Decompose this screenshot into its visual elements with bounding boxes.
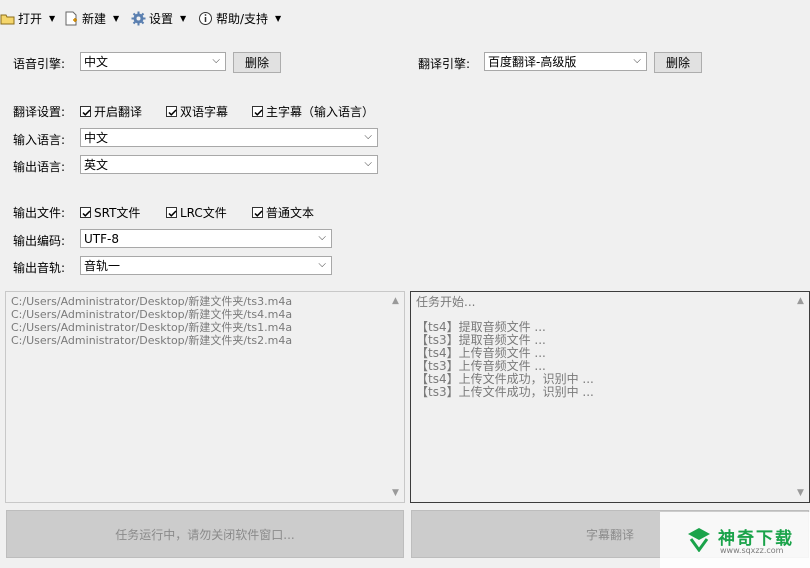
enable-translate-label: 开启翻译 [94,105,143,119]
output-encoding-label: 输出编码: [13,234,66,248]
menu-help[interactable]: 帮助/支持 ▼ [198,9,281,27]
watermark: 神奇下载 www.sqxzz.com [660,512,810,568]
output-track-label: 输出音轨: [13,261,66,275]
task-running-button[interactable]: 任务运行中，请勿关闭软件窗口... [6,510,404,558]
main-subtitle-label: 主字幕（输入语言） [266,105,375,119]
output-language-label: 输出语言: [13,160,66,174]
speech-engine-select[interactable]: 中文 ⌵ [80,52,226,71]
chevron-down-icon: ⌵ [318,232,326,243]
srt-file-label: SRT文件 [94,206,141,220]
menu-new[interactable]: 新建 ▼ [64,9,119,27]
menu-bar: 打开 ▼ 新建 ▼ 设置 ▼ 帮助/支持 ▼ [0,0,810,35]
log-line: 任务开始... [416,295,476,309]
menu-new-label: 新建 [82,11,107,26]
caret-down-icon: ▼ [113,13,120,23]
checkbox-check-icon [80,106,91,117]
file-list-scrollbar[interactable]: ▲ ▼ [389,292,404,502]
watermark-url: www.sqxzz.com [720,546,784,555]
plain-text-label: 普通文本 [266,206,315,220]
translate-engine-label: 翻译引擎: [418,57,471,71]
log-line: 【ts3】上传文件成功，识别中 ... [416,385,594,399]
log-panel[interactable]: 任务开始... 【ts4】提取音频文件 ... 【ts3】提取音频文件 ... … [410,291,810,503]
file-list-item[interactable]: C:/Users/Administrator/Desktop/新建文件夹/ts1… [11,321,399,334]
translate-engine-delete-button[interactable]: 删除 [654,52,702,73]
checkbox-check-icon [252,106,263,117]
speech-engine-value: 中文 [84,55,109,69]
scroll-up-icon[interactable]: ▲ [797,296,804,306]
caret-down-icon: ▼ [275,13,282,23]
scroll-down-icon[interactable]: ▼ [392,488,399,498]
scroll-up-icon[interactable]: ▲ [392,296,399,306]
input-language-select[interactable]: 中文 ⌵ [80,128,378,147]
speech-engine-label: 语音引擎: [13,57,66,71]
output-files-label: 输出文件: [13,206,66,220]
info-icon [198,11,213,26]
chevron-down-icon: ⌵ [633,55,641,66]
checkbox-check-icon [252,207,263,218]
enable-translate-checkbox[interactable]: 开启翻译 [80,103,142,120]
output-language-value: 英文 [84,158,109,172]
chevron-down-icon: ⌵ [212,55,220,66]
chevron-down-icon: ⌵ [364,131,372,142]
input-language-value: 中文 [84,131,109,145]
menu-open[interactable]: 打开 ▼ [0,9,55,27]
caret-down-icon: ▼ [49,13,56,23]
bilingual-subtitle-label: 双语字幕 [180,105,229,119]
log-scrollbar[interactable]: ▲ ▼ [794,292,809,502]
scroll-down-icon[interactable]: ▼ [797,488,804,498]
output-language-select[interactable]: 英文 ⌵ [80,155,378,174]
chevron-down-icon: ⌵ [318,259,326,270]
folder-icon [0,11,15,26]
file-list-item[interactable]: C:/Users/Administrator/Desktop/新建文件夹/ts3… [11,295,399,308]
checkbox-check-icon [166,106,177,117]
output-encoding-value: UTF-8 [84,231,119,246]
translate-settings-label: 翻译设置: [13,105,66,119]
menu-help-label: 帮助/支持 [216,11,269,26]
translate-engine-select[interactable]: 百度翻译-高级版 ⌵ [484,52,647,71]
chevron-down-icon: ⌵ [364,158,372,169]
gear-icon [131,11,146,26]
output-track-value: 音轨一 [84,259,121,273]
caret-down-icon: ▼ [180,13,187,23]
bilingual-subtitle-checkbox[interactable]: 双语字幕 [166,103,228,120]
output-track-select[interactable]: 音轨一 ⌵ [80,256,332,275]
speech-engine-delete-button[interactable]: 删除 [233,52,281,73]
file-list-item[interactable]: C:/Users/Administrator/Desktop/新建文件夹/ts2… [11,334,399,347]
lrc-file-label: LRC文件 [180,206,227,220]
translate-engine-value: 百度翻译-高级版 [488,55,577,69]
menu-open-label: 打开 [18,11,43,26]
checkbox-check-icon [166,207,177,218]
file-list-item[interactable]: C:/Users/Administrator/Desktop/新建文件夹/ts4… [11,308,399,321]
lrc-file-checkbox[interactable]: LRC文件 [166,204,227,221]
main-subtitle-checkbox[interactable]: 主字幕（输入语言） [252,103,374,120]
file-list-panel[interactable]: C:/Users/Administrator/Desktop/新建文件夹/ts3… [5,291,405,503]
plain-text-checkbox[interactable]: 普通文本 [252,204,314,221]
input-language-label: 输入语言: [13,133,66,147]
menu-settings[interactable]: 设置 ▼ [131,9,186,27]
new-file-icon [64,11,79,26]
output-encoding-select[interactable]: UTF-8 ⌵ [80,229,332,248]
watermark-logo-icon [686,526,712,555]
srt-file-checkbox[interactable]: SRT文件 [80,204,140,221]
checkbox-check-icon [80,207,91,218]
menu-settings-label: 设置 [149,11,174,26]
